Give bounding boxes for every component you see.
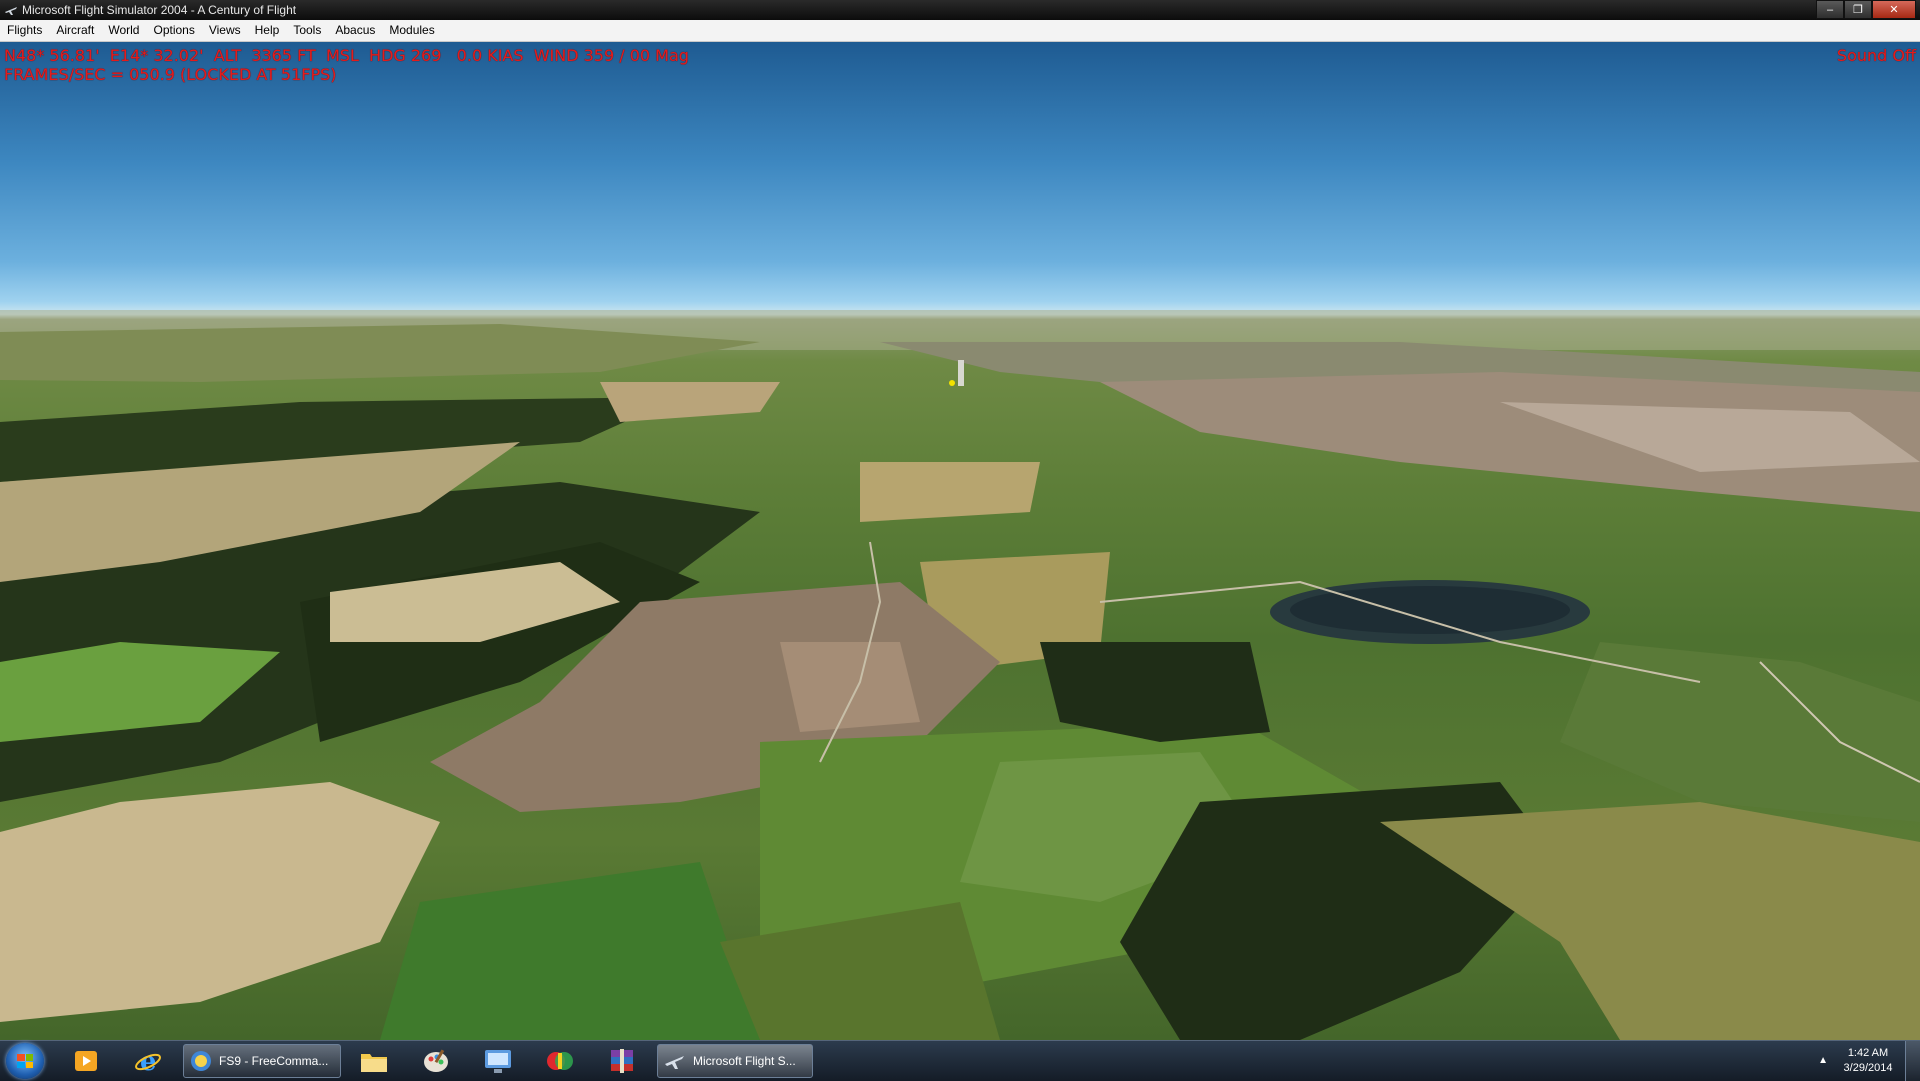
position-readout: N48* 56.81' E14* 32.02' ALT 3365 FT MSL … [4,46,689,65]
framerate-readout: FRAMES/SEC = 050.9 (LOCKED AT 51FPS) [4,65,337,84]
internet-explorer-icon: e [135,1047,161,1075]
clock[interactable]: 1:42 AM 3/29/2014 [1838,1046,1898,1076]
menu-world[interactable]: World [101,20,146,41]
close-icon: ✕ [1889,4,1899,16]
airplane-icon [665,1056,684,1069]
svg-text:e: e [140,1047,157,1075]
taskbar-task-fs9[interactable]: FS9 - FreeComma... [183,1044,341,1078]
menu-abacus[interactable]: Abacus [328,20,382,41]
control-panel-button[interactable] [478,1045,518,1077]
taskbar-task-label: Microsoft Flight S... [693,1054,796,1068]
media-player-button[interactable] [66,1045,106,1077]
menu-options[interactable]: Options [146,20,201,41]
explorer-button[interactable] [354,1045,394,1077]
menu-modules[interactable]: Modules [382,20,441,41]
restore-button[interactable]: ❐ [1844,0,1872,19]
simulator-viewport[interactable] [0,42,1920,1040]
winrar-icon [611,1049,633,1073]
clock-time: 1:42 AM [1847,1047,1889,1059]
restore-icon: ❐ [1853,4,1863,16]
control-panel-icon [485,1050,511,1073]
media-player-icon [75,1051,97,1071]
close-button[interactable]: ✕ [1872,0,1916,19]
menu-aircraft[interactable]: Aircraft [49,20,101,41]
winrar-button[interactable] [602,1045,642,1077]
show-hidden-icons-icon[interactable]: ▲ [1818,1055,1828,1066]
taskbar-task-flight-sim[interactable]: Microsoft Flight S... [657,1044,813,1078]
show-desktop-button[interactable] [1905,1041,1920,1081]
colorful-app-icon [547,1052,573,1070]
window-title: Microsoft Flight Simulator 2004 - A Cent… [22,3,297,17]
menu-flights[interactable]: Flights [0,20,49,41]
menu-tools[interactable]: Tools [286,20,328,41]
window-title-bar: Microsoft Flight Simulator 2004 - A Cent… [0,0,1920,20]
aerial-terrain [0,310,1920,1040]
fs9-globe-icon [191,1051,211,1071]
folder-icon [361,1054,387,1072]
menu-views[interactable]: Views [202,20,248,41]
minimize-button[interactable]: – [1816,0,1844,19]
clock-date: 3/29/2014 [1843,1062,1893,1074]
colorful-app-button[interactable] [540,1045,580,1077]
taskbar-task-label: FS9 - FreeComma... [219,1054,329,1068]
minimize-icon: – [1826,3,1834,16]
menu-help[interactable]: Help [248,20,287,41]
internet-explorer-button[interactable]: e [128,1045,168,1077]
airplane-app-icon [5,7,17,15]
menu-bar: Flights Aircraft World Options Views Hel… [0,20,1920,42]
sound-status: Sound Off [1836,46,1916,65]
paint-button[interactable] [416,1045,456,1077]
paint-icon [424,1049,448,1072]
start-orb-icon [17,1054,33,1068]
taskbar: e FS9 - FreeComma... Microsoft Flight S.… [0,1040,1920,1081]
start-button[interactable] [6,1043,44,1079]
